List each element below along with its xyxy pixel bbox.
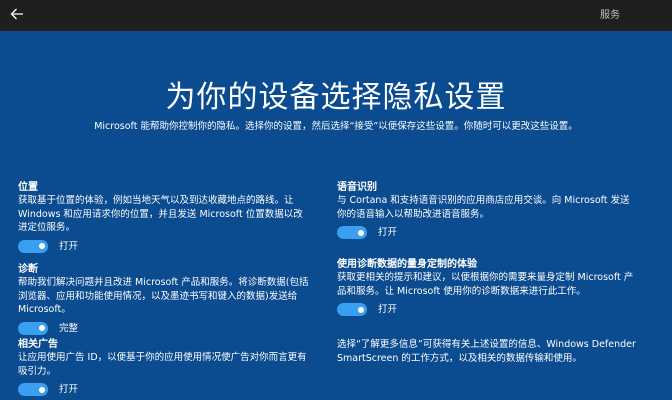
back-arrow-icon <box>10 8 23 20</box>
setting-description: 与 Cortana 和支持语音识别的应用商店应用交谈。向 Microsoft 发… <box>337 195 630 220</box>
setting-location: 位置 获取基于位置的体验，例如当地天气以及到达收藏地点的路线。让 Windows… <box>18 181 318 263</box>
speech-toggle[interactable] <box>337 226 367 239</box>
ads-toggle[interactable] <box>18 383 48 396</box>
setting-description: 帮助我们解决问题并且改进 Microsoft 产品和服务。将诊断数据(包括浏览器… <box>18 277 309 315</box>
toggle-row: 打开 <box>18 381 318 398</box>
left-settings-column: 位置 获取基于位置的体验，例如当地天气以及到达收藏地点的路线。让 Windows… <box>18 181 318 398</box>
page-title: 为你的设备选择隐私设置 <box>165 80 507 115</box>
toggle-row: 打开 <box>337 301 637 318</box>
title-bar: 服务 <box>0 0 672 31</box>
setting-speech: 语音识别 与 Cortana 和支持语音识别的应用商店应用交谈。向 Micros… <box>337 181 637 258</box>
back-button[interactable] <box>6 5 28 25</box>
tailored-experiences-toggle[interactable] <box>337 303 367 316</box>
setting-title: 相关广告 <box>18 339 58 350</box>
setting-diagnostics: 诊断 帮助我们解决问题并且改进 Microsoft 产品和服务。将诊断数据(包括… <box>18 263 318 338</box>
toggle-row: 打开 <box>18 238 318 255</box>
toggle-label: 打开 <box>378 227 398 238</box>
setting-description: 获取基于位置的体验，例如当地天气以及到达收藏地点的路线。让 Windows 和应… <box>18 195 303 233</box>
toggle-label: 打开 <box>59 240 79 252</box>
right-settings-column: 语音识别 与 Cortana 和支持语音识别的应用商店应用交谈。向 Micros… <box>337 181 637 365</box>
toggle-knob <box>358 306 364 313</box>
setting-title: 诊断 <box>18 264 38 275</box>
learn-more-note: 选择“了解更多信息”可获得有关上述设置的信息、Windows Defender … <box>337 339 636 364</box>
diagnostics-toggle[interactable] <box>18 321 48 335</box>
toggle-knob <box>358 229 364 236</box>
setting-title: 使用诊断数据的量身定制的体验 <box>337 259 477 270</box>
toggle-label: 打开 <box>59 384 79 395</box>
service-label: 服务 <box>600 10 620 21</box>
setting-description: 获取更相关的提示和建议，以便根据你的需要来量身定制 Microsoft 产品和服… <box>337 272 634 297</box>
toggle-knob <box>39 325 45 331</box>
toggle-row: 完整 <box>18 320 318 337</box>
setting-title: 位置 <box>18 182 38 193</box>
setting-description: 让应用使用广告 ID，以便基于你的应用使用情况使广告对你而言更有吸引力。 <box>18 352 307 377</box>
page-subtitle: Microsoft 能帮助你控制你的隐私。选择你的设置，然后选择“接受”以便保存… <box>94 121 578 132</box>
setting-ads: 相关广告 让应用使用广告 ID，以便基于你的应用使用情况使广告对你而言更有吸引力… <box>18 338 318 398</box>
toggle-knob <box>39 386 45 393</box>
setting-title: 语音识别 <box>337 182 377 193</box>
setting-tailored-experiences: 使用诊断数据的量身定制的体验 获取更相关的提示和建议，以便根据你的需要来量身定制… <box>337 258 637 338</box>
toggle-label: 打开 <box>378 304 398 315</box>
location-toggle[interactable] <box>18 239 48 253</box>
toggle-label: 完整 <box>59 322 79 334</box>
toggle-knob <box>39 243 45 249</box>
toggle-row: 打开 <box>337 224 637 241</box>
